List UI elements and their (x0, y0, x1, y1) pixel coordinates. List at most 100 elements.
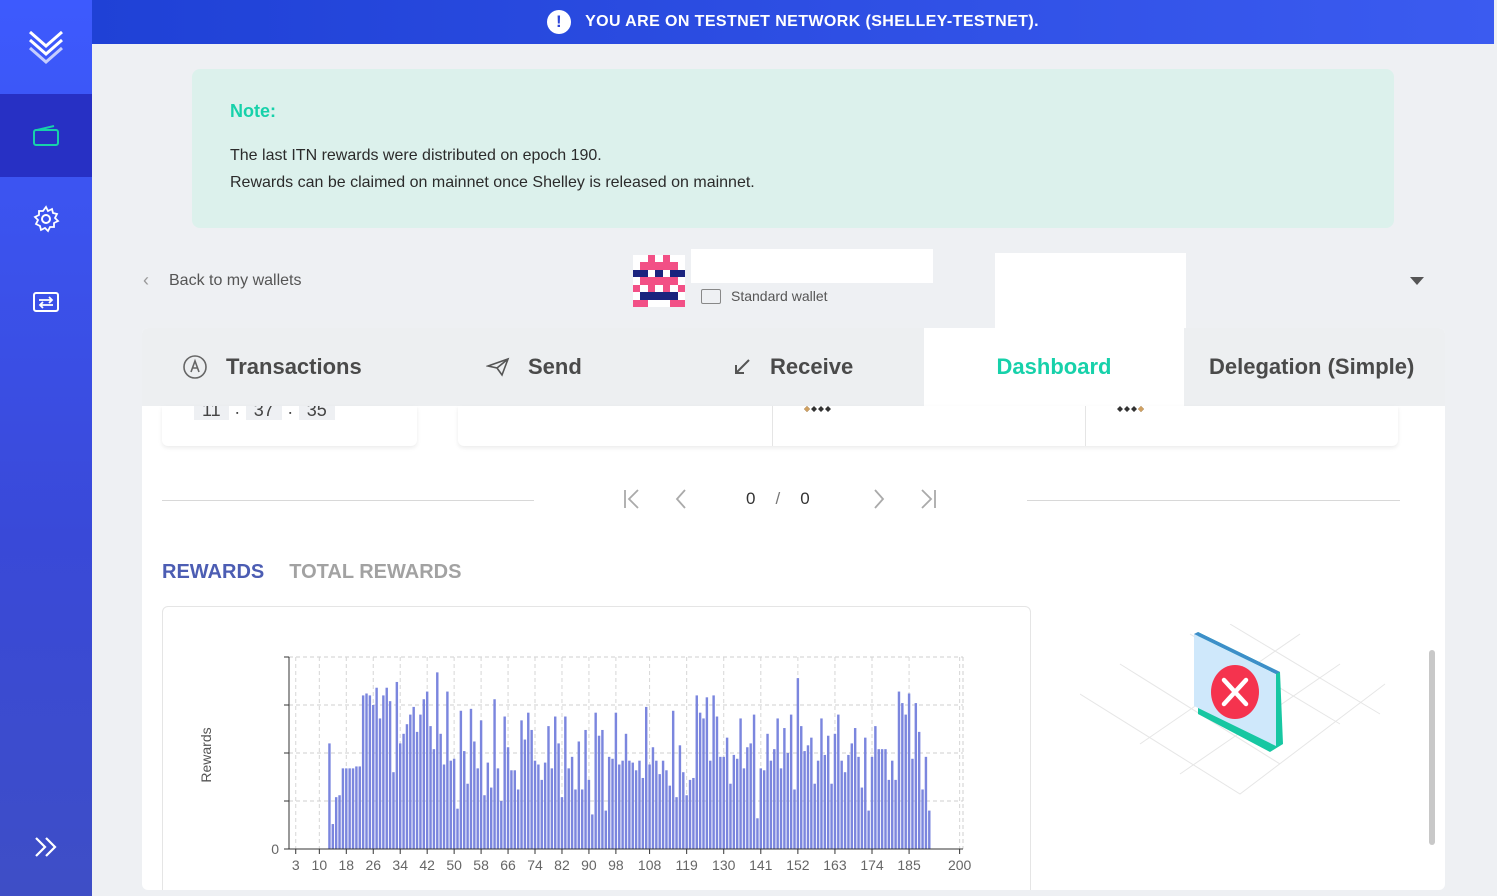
bar (739, 718, 742, 849)
avatar-cell (670, 299, 678, 307)
wallet-balance-redacted (995, 253, 1186, 328)
x-tick-label: 200 (948, 857, 972, 873)
bar (722, 756, 725, 849)
avatar-cell (640, 262, 648, 270)
bar (921, 789, 924, 849)
bar (830, 783, 833, 849)
bar (395, 681, 399, 849)
tab-rewards[interactable]: REWARDS (162, 561, 264, 584)
first-page-icon[interactable] (622, 488, 642, 510)
bar (530, 729, 533, 849)
bar (759, 768, 763, 849)
x-tick-label: 174 (860, 857, 884, 873)
x-tick-label: 26 (365, 857, 381, 873)
sidebar-expand-button[interactable] (0, 805, 92, 888)
no-stake-illustration (1079, 623, 1390, 809)
tab-transactions[interactable]: Transactions (182, 328, 362, 406)
chevron-left-icon: ‹ (143, 270, 149, 290)
scrollbar[interactable] (1429, 650, 1435, 845)
bar (503, 716, 506, 849)
bar (847, 754, 850, 849)
bar (917, 731, 921, 849)
bar (543, 762, 547, 849)
sidebar-item-wallets[interactable] (0, 94, 92, 177)
rewards-chart: 3 10 18 26 34 42 50 58 66 74 82 90 98 108 119 130 141 152… (198, 656, 972, 873)
bar (469, 708, 473, 849)
bar (800, 726, 803, 849)
prev-page-icon[interactable] (674, 488, 688, 510)
bar (853, 728, 857, 849)
x-tick-label: 130 (712, 857, 736, 873)
avatar-cell (670, 284, 678, 293)
x-tick-label: 119 (675, 857, 698, 873)
bar (594, 712, 597, 849)
tab-receive[interactable]: Receive (732, 328, 853, 406)
tab-send-label: Send (528, 354, 582, 379)
x-tick-label: 74 (527, 857, 543, 873)
avatar-cell (662, 277, 671, 285)
bar (671, 710, 675, 849)
bar (884, 749, 887, 849)
bar (874, 726, 877, 849)
bar (907, 693, 911, 849)
bar (648, 764, 651, 849)
sidebar-item-transfer[interactable] (0, 260, 92, 343)
bar (473, 741, 476, 849)
back-label: Back to my wallets (169, 271, 302, 289)
bar (789, 714, 793, 849)
bar (732, 754, 736, 849)
x-tick-label: 10 (312, 857, 328, 873)
tab-send[interactable]: Send (486, 328, 582, 406)
tab-dashboard[interactable]: Dashboard (924, 328, 1184, 406)
avatar-cell (655, 284, 663, 293)
bar (786, 753, 789, 849)
avatar-cell (655, 277, 663, 285)
back-to-wallets-link[interactable]: ‹ Back to my wallets (143, 270, 301, 291)
bar (419, 714, 422, 849)
chevron-down-icon[interactable] (1410, 277, 1424, 285)
next-page-icon[interactable] (872, 488, 886, 510)
bar (857, 756, 860, 849)
avatar-cell (647, 277, 656, 285)
avatar-cell (640, 255, 648, 263)
bar (513, 770, 517, 849)
bar (810, 737, 813, 849)
bar (621, 760, 624, 849)
bar (762, 770, 766, 849)
bar (651, 747, 655, 849)
avatar-cell (677, 284, 685, 293)
x-tick-label: 18 (339, 857, 355, 873)
reward-tabs: REWARDS TOTAL REWARDS (162, 561, 461, 584)
avatar-cell (647, 284, 656, 293)
bar (776, 718, 779, 849)
bar (527, 712, 530, 849)
bar (904, 714, 907, 849)
sidebar-item-settings[interactable] (0, 177, 92, 260)
bar (533, 760, 537, 849)
avatar-cell (640, 299, 648, 307)
bar (833, 733, 837, 849)
bar (331, 824, 335, 849)
bar (685, 795, 688, 849)
x-tick-label: 185 (897, 857, 921, 873)
last-page-icon[interactable] (918, 488, 938, 510)
x-tick-label: 152 (786, 857, 810, 873)
tab-delegation-simple[interactable]: Delegation (Simple) (1209, 328, 1414, 406)
bar (348, 768, 351, 849)
bar (891, 760, 894, 849)
note-title: Note: (230, 101, 276, 121)
bar (466, 783, 469, 849)
epoch-clock: 11 : 37 : 35 (194, 406, 335, 420)
x-tick-label: 108 (638, 857, 662, 873)
logo-icon[interactable] (0, 0, 92, 92)
divider (162, 500, 534, 501)
bar (840, 760, 843, 849)
bar (897, 691, 901, 849)
avatar-cell (677, 292, 685, 300)
avatar-cell (647, 255, 656, 263)
bar (870, 756, 874, 849)
tab-total-rewards[interactable]: TOTAL REWARDS (289, 561, 461, 584)
avatar-cell (633, 277, 641, 285)
bar (398, 743, 402, 849)
bar (924, 756, 928, 849)
